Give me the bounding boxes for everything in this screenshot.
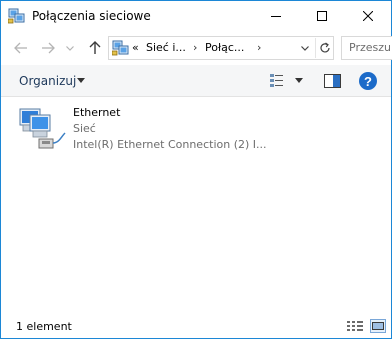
chevron-down-icon[interactable] — [295, 78, 303, 83]
organize-button[interactable]: Organizuj — [19, 74, 76, 88]
chevron-down-icon[interactable] — [77, 78, 85, 83]
connection-device: Intel(R) Ethernet Connection (2) I... — [73, 138, 267, 151]
tiles-view-button[interactable] — [370, 319, 386, 333]
list-item[interactable]: Ethernet Sieć Intel(R) Ethernet Connecti… — [17, 103, 267, 155]
maximize-button[interactable] — [299, 1, 345, 31]
explorer-window: Połączenia sieciowe « Sieć i... › Połąc.… — [0, 0, 392, 339]
chevron-down-icon — [301, 45, 309, 51]
search-placeholder: Przeszu — [349, 41, 391, 54]
chevron-down-icon — [66, 45, 74, 51]
minimize-icon — [271, 16, 281, 17]
command-bar: Organizuj ? — [1, 65, 391, 97]
details-view-icon[interactable] — [347, 320, 363, 333]
minimize-button[interactable] — [253, 1, 299, 31]
up-button[interactable] — [84, 37, 106, 59]
search-input[interactable]: Przeszu — [341, 36, 392, 60]
connection-status: Sieć — [73, 122, 96, 135]
item-count: 1 element — [16, 320, 72, 333]
network-connections-icon — [7, 8, 25, 24]
window-title: Połączenia sieciowe — [32, 9, 151, 23]
arrow-up-icon — [89, 41, 101, 54]
file-list[interactable]: Ethernet Sieć Intel(R) Ethernet Connecti… — [1, 98, 391, 313]
address-history-button[interactable] — [298, 38, 312, 58]
help-button[interactable]: ? — [359, 72, 377, 90]
preview-pane-icon[interactable] — [324, 73, 341, 89]
navigation-bar: « Sieć i... › Połąc... › Przeszu — [1, 33, 392, 63]
arrow-left-icon — [14, 42, 27, 54]
network-folder-icon — [111, 40, 129, 56]
recent-locations-button[interactable] — [63, 37, 77, 59]
address-bar[interactable]: « Sieć i... › Połąc... › — [108, 36, 334, 60]
network-adapter-icon — [17, 103, 67, 153]
breadcrumb-separator-icon[interactable]: › — [257, 41, 261, 54]
connection-name: Ethernet — [73, 106, 121, 119]
arrow-right-icon — [42, 42, 55, 54]
title-bar[interactable]: Połączenia sieciowe — [1, 1, 391, 31]
breadcrumb-network-connections[interactable]: Połąc... — [205, 41, 244, 54]
change-view-icon[interactable] — [269, 73, 285, 89]
close-icon — [363, 11, 373, 21]
tiles-view-icon — [372, 322, 384, 330]
breadcrumb-separator-icon[interactable]: › — [193, 41, 197, 54]
status-bar: 1 element — [1, 314, 391, 338]
refresh-icon — [319, 42, 330, 53]
breadcrumb-network-internet[interactable]: Sieć i... — [146, 41, 186, 54]
maximize-icon — [317, 11, 327, 21]
close-button[interactable] — [345, 1, 391, 31]
refresh-button[interactable] — [315, 38, 333, 58]
forward-button[interactable] — [37, 37, 59, 59]
address-overflow[interactable]: « — [132, 41, 139, 54]
back-button[interactable] — [10, 37, 32, 59]
